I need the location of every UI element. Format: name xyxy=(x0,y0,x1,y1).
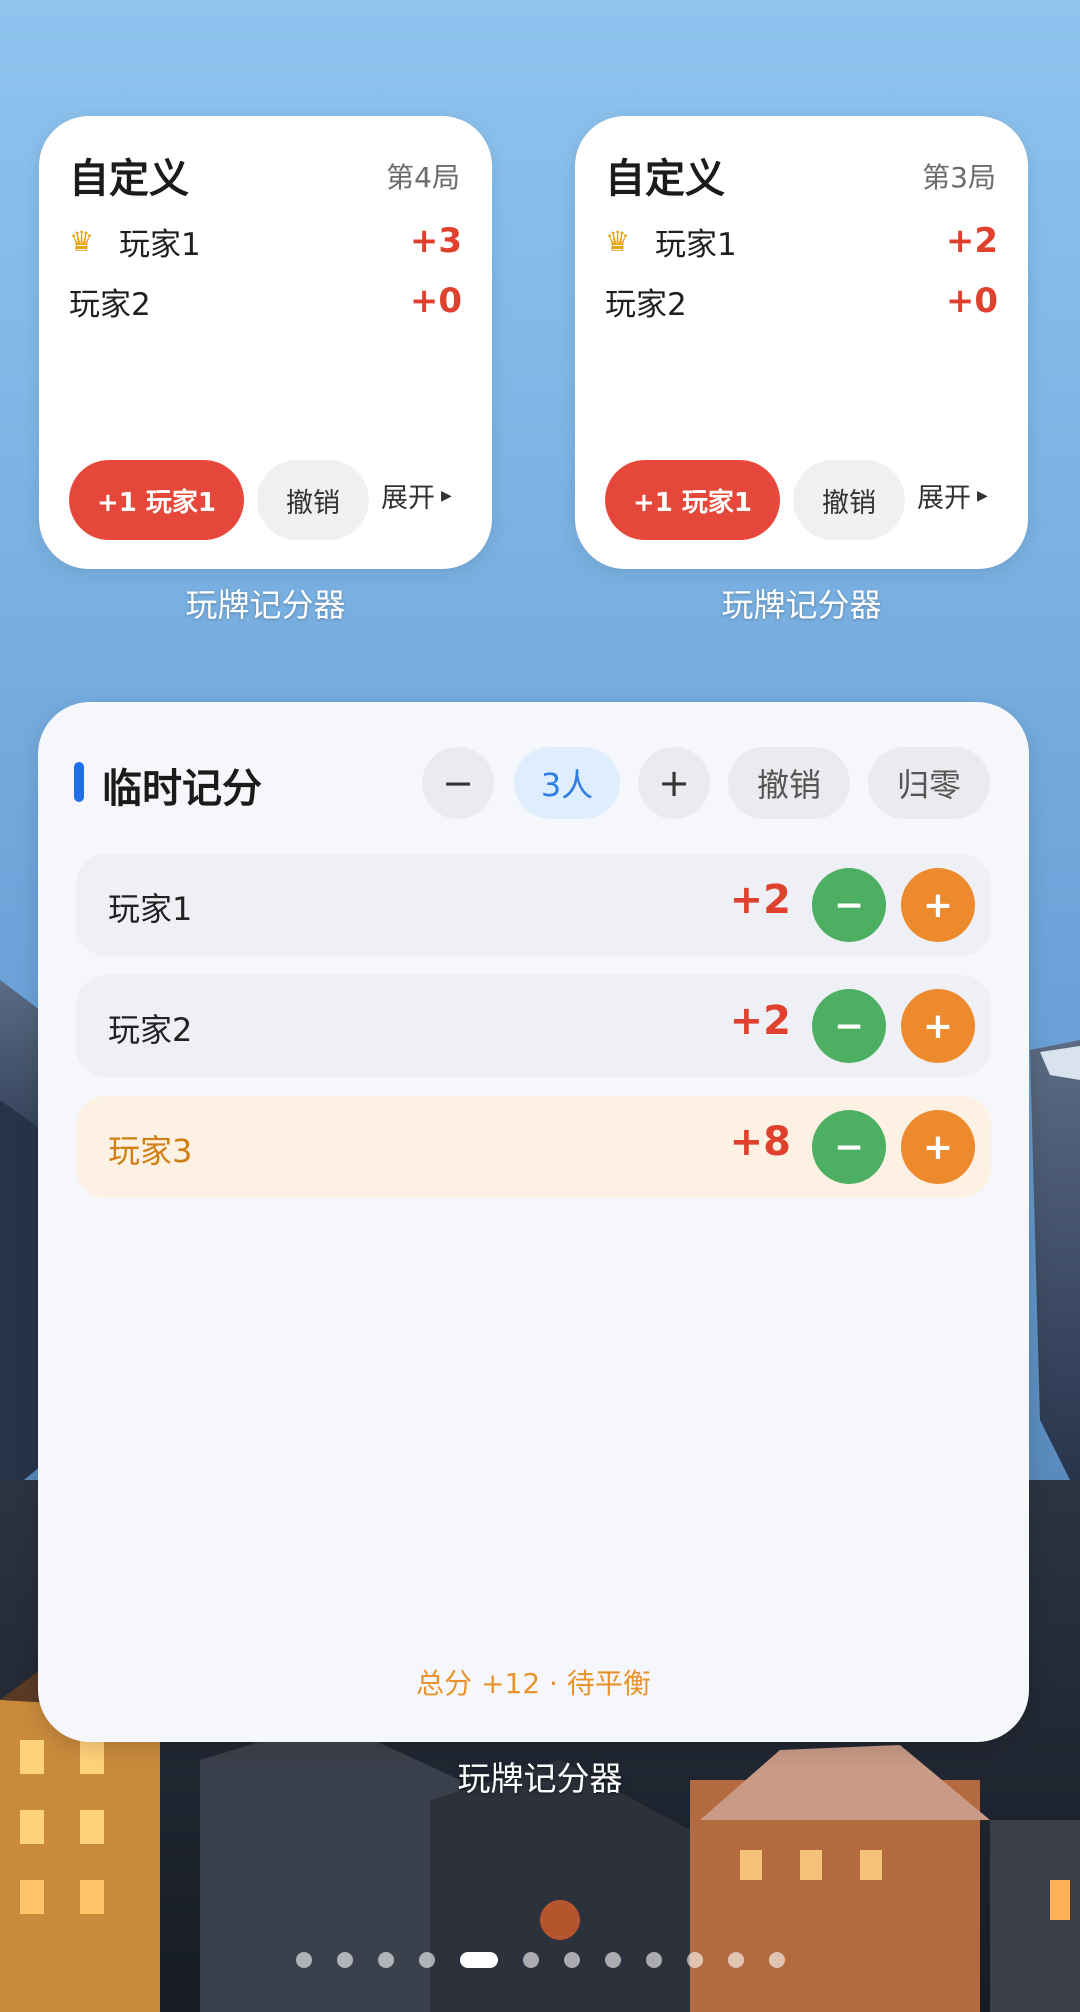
player-row: 玩家1 +2 − + xyxy=(76,854,991,956)
player-row: ♛ 玩家1 +3 xyxy=(69,216,462,266)
widget-label: 玩牌记分器 xyxy=(721,586,882,624)
decrease-players-button[interactable]: − xyxy=(422,747,494,819)
player-row-highlighted: 玩家3 +8 − + xyxy=(76,1096,991,1198)
widget-label: 玩牌记分器 xyxy=(185,586,346,624)
page-dot[interactable] xyxy=(686,1952,703,1968)
expand-label: 展开 xyxy=(381,483,435,514)
undo-button[interactable]: 撤销 xyxy=(728,747,850,819)
player-row: 玩家2 +2 − + xyxy=(76,975,991,1077)
widget-title: 自定义 xyxy=(69,156,189,202)
page-dot[interactable] xyxy=(727,1952,744,1968)
page-dot[interactable] xyxy=(563,1952,580,1968)
player-row: 玩家2 +0 xyxy=(69,276,462,326)
page-dot-active[interactable] xyxy=(459,1952,498,1968)
expand-button[interactable]: 展开 ▶ xyxy=(917,476,988,515)
round-label: 第3局 xyxy=(922,161,996,194)
player-name: 玩家2 xyxy=(108,1011,193,1049)
triangle-right-icon: ▶ xyxy=(977,487,988,504)
crown-icon: ♛ xyxy=(69,224,95,258)
player-score: +3 xyxy=(409,221,462,261)
player-name: 玩家2 xyxy=(605,286,687,323)
add-point-button[interactable]: +1 玩家1 xyxy=(69,460,244,540)
page-dot[interactable] xyxy=(418,1952,435,1968)
scorekeeper-widget-small[interactable]: 自定义 第4局 ♛ 玩家1 +3 玩家2 +0 +1 玩家1 撤销 展开 ▶ xyxy=(39,116,492,569)
player-score: +2 xyxy=(729,877,791,923)
player-count-badge: 3人 xyxy=(514,747,620,819)
scorekeeper-widget-large[interactable]: 临时记分 − 3人 + 撤销 归零 玩家1 +2 − + 玩家2 +2 − + … xyxy=(38,702,1029,1742)
page-dot[interactable] xyxy=(768,1952,785,1968)
page-dot[interactable] xyxy=(336,1952,353,1968)
scorekeeper-widget-small[interactable]: 自定义 第3局 ♛ 玩家1 +2 玩家2 +0 +1 玩家1 撤销 展开 ▶ xyxy=(575,116,1028,569)
player-row: 玩家2 +0 xyxy=(605,276,998,326)
page-dot[interactable] xyxy=(604,1952,621,1968)
widget-title: 自定义 xyxy=(605,156,725,202)
total-score-status: 总分 +12 · 待平衡 xyxy=(416,1667,651,1700)
player-name: 玩家1 xyxy=(655,226,737,263)
widget-title: 临时记分 xyxy=(102,766,262,812)
triangle-right-icon: ▶ xyxy=(441,487,452,504)
player-score: +0 xyxy=(945,281,998,321)
decrease-score-button[interactable]: − xyxy=(812,989,886,1063)
expand-button[interactable]: 展开 ▶ xyxy=(381,476,452,515)
round-label: 第4局 xyxy=(386,161,460,194)
player-name: 玩家2 xyxy=(69,286,151,323)
decrease-score-button[interactable]: − xyxy=(812,868,886,942)
page-indicator[interactable] xyxy=(0,1952,1080,1968)
increase-players-button[interactable]: + xyxy=(638,747,710,819)
expand-label: 展开 xyxy=(917,483,971,514)
player-score: +0 xyxy=(409,281,462,321)
player-score: +2 xyxy=(729,998,791,1044)
increase-score-button[interactable]: + xyxy=(901,989,975,1063)
increase-score-button[interactable]: + xyxy=(901,1110,975,1184)
crown-icon: ♛ xyxy=(605,224,631,258)
page-dot[interactable] xyxy=(295,1952,312,1968)
undo-button[interactable]: 撤销 xyxy=(793,460,905,540)
page-dot[interactable] xyxy=(645,1952,662,1968)
increase-score-button[interactable]: + xyxy=(901,868,975,942)
decrease-score-button[interactable]: − xyxy=(812,1110,886,1184)
page-dot[interactable] xyxy=(377,1952,394,1968)
undo-button[interactable]: 撤销 xyxy=(257,460,369,540)
title-accent-bar xyxy=(74,762,84,802)
player-name: 玩家1 xyxy=(108,890,193,928)
widget-label: 玩牌记分器 xyxy=(457,1759,623,1798)
add-point-button[interactable]: +1 玩家1 xyxy=(605,460,780,540)
player-name: 玩家1 xyxy=(119,226,201,263)
player-score: +8 xyxy=(729,1119,791,1165)
page-dot[interactable] xyxy=(522,1952,539,1968)
player-score: +2 xyxy=(945,221,998,261)
player-row: ♛ 玩家1 +2 xyxy=(605,216,998,266)
player-name: 玩家3 xyxy=(108,1132,193,1170)
reset-button[interactable]: 归零 xyxy=(868,747,990,819)
